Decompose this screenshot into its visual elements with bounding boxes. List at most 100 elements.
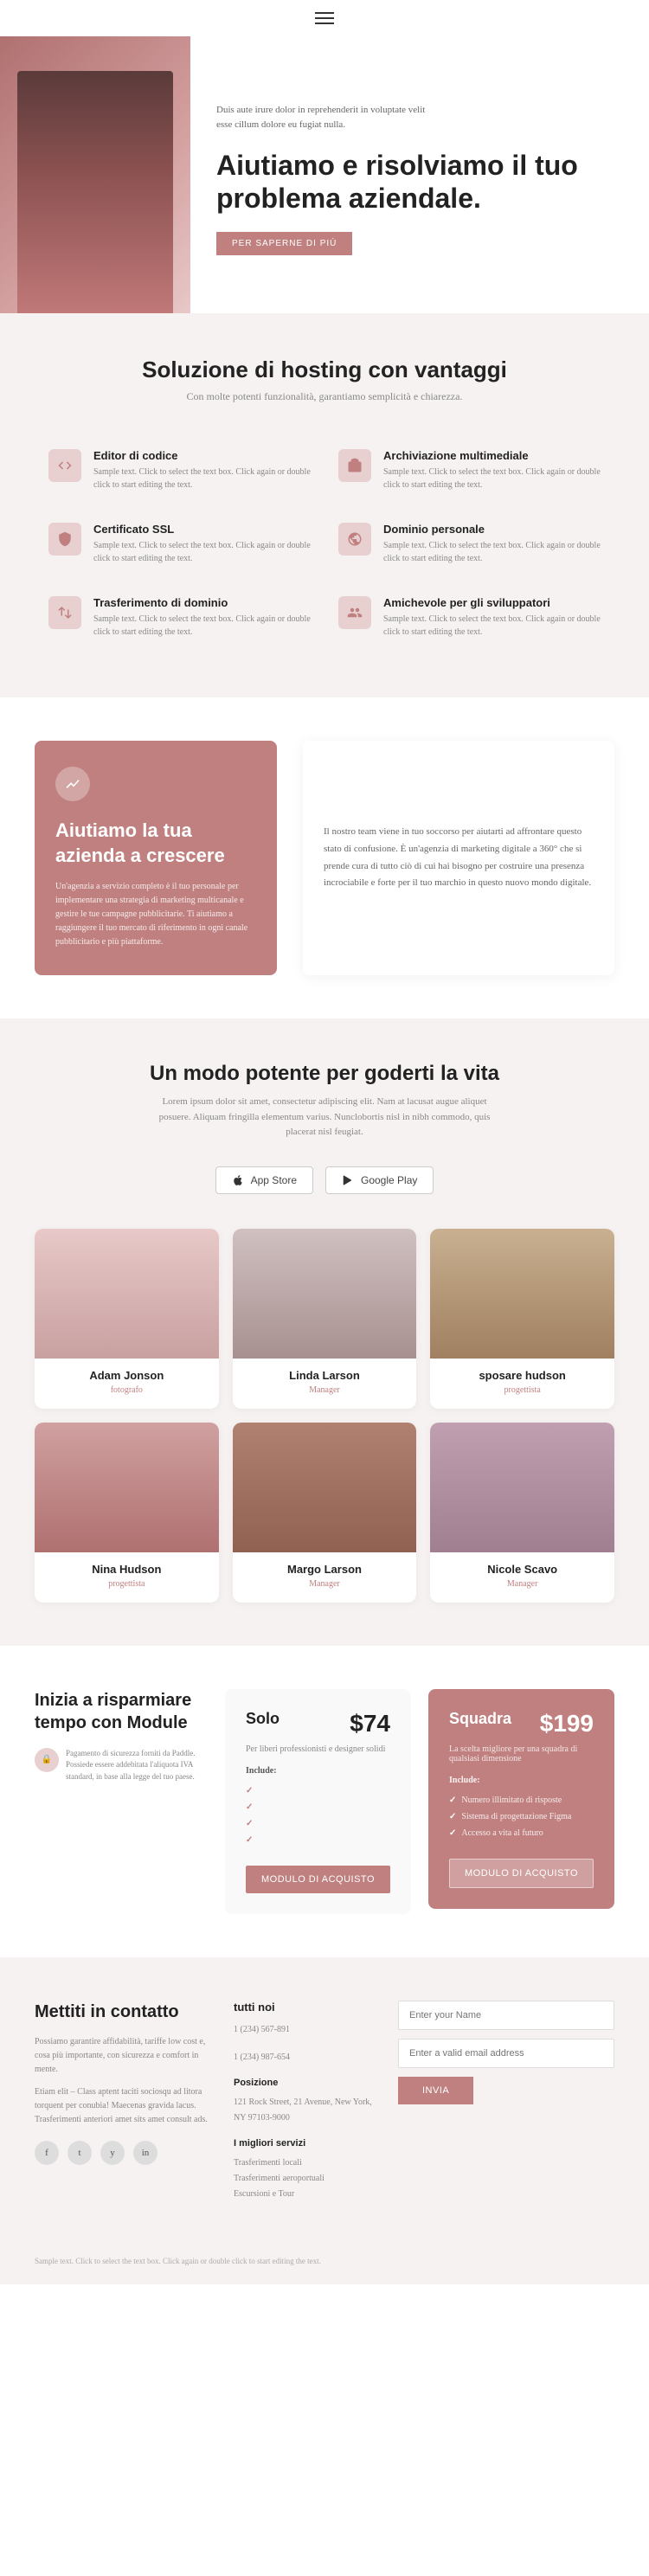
- hosting-item-0-title: Editor di codice: [93, 449, 311, 462]
- hosting-item-5-desc: Sample text. Click to select the text bo…: [383, 613, 601, 639]
- contact-title: Mettiti in contatto: [35, 2001, 208, 2023]
- team-card-1: Linda Larson Manager: [233, 1229, 417, 1409]
- team-card-img-5: [430, 1423, 614, 1552]
- team-cta-button[interactable]: Modulo di acquisto: [449, 1859, 594, 1888]
- hosting-item-5-title: Amichevole per gli sviluppatori: [383, 596, 601, 609]
- team-card-2: sposare hudson progettista: [430, 1229, 614, 1409]
- team-member-2-name: sposare hudson: [430, 1369, 614, 1382]
- service-0: Trasferimenti locali: [234, 2155, 372, 2171]
- facebook-icon[interactable]: f: [35, 2141, 59, 2165]
- solo-features-list: [246, 1783, 390, 1848]
- services-list: Trasferimenti locali Trasferimenti aerop…: [234, 2155, 372, 2202]
- team-pricing-header: Squadra $199: [449, 1710, 594, 1738]
- team-features-list: Numero illimitato di risposte Sistema di…: [449, 1792, 594, 1841]
- hosting-item-1-text: Archiviazione multimediale Sample text. …: [383, 449, 601, 491]
- team-feature-2: Accesso a vita al futuro: [449, 1825, 594, 1841]
- team-member-1-name: Linda Larson: [233, 1369, 417, 1382]
- pricing-section: Inizia a risparmiare tempo con Module 🔒 …: [0, 1646, 649, 1957]
- hero-title: Aiutiamo e risolviamo il tuo problema az…: [216, 149, 623, 215]
- name-input[interactable]: [398, 2001, 614, 2030]
- contact-details: tutti noi 1 (234) 567-891 1 (234) 987-65…: [234, 2001, 372, 2202]
- solo-feature-3: [246, 1832, 390, 1848]
- hero-cta-button[interactable]: PER SAPERNE DI PIÙ: [216, 232, 352, 255]
- email-input[interactable]: [398, 2039, 614, 2068]
- hosting-item-5-text: Amichevole per gli sviluppatori Sample t…: [383, 596, 601, 639]
- team-member-2-role: progettista: [430, 1385, 614, 1395]
- hosting-item-1-desc: Sample text. Click to select the text bo…: [383, 466, 601, 491]
- transfer-domain-icon: [48, 596, 81, 629]
- hosting-item-2-title: Certificato SSL: [93, 523, 311, 536]
- ssl-cert-icon: [48, 523, 81, 556]
- google-play-button[interactable]: Google Play: [325, 1166, 434, 1194]
- contact-form: INVIA: [398, 2001, 614, 2202]
- team-price: $199: [540, 1710, 594, 1738]
- service-2: Escursioni e Tour: [234, 2187, 372, 2202]
- solo-subtitle: Per liberi professionisti e designer sol…: [246, 1744, 390, 1754]
- hosting-item-0-desc: Sample text. Click to select the text bo…: [93, 466, 311, 491]
- solo-cta-button[interactable]: Modulo di acquisto: [246, 1866, 390, 1893]
- hosting-item-4-text: Trasferimento di dominio Sample text. Cl…: [93, 596, 311, 639]
- team-includes-label: Include:: [449, 1776, 594, 1785]
- team-card-4: Margo Larson Manager: [233, 1423, 417, 1603]
- pricing-left-title: Inizia a risparmiare tempo con Module: [35, 1689, 208, 1734]
- hosting-subtitle: Con molte potenti funzionalità, garantia…: [35, 390, 614, 403]
- hosting-item-0: Editor di codice Sample text. Click to s…: [35, 434, 324, 507]
- pricing-note-text: Pagamento di sicurezza forniti da Paddle…: [66, 1748, 208, 1783]
- team-member-3-role: progettista: [35, 1579, 219, 1589]
- team-feature-1: Sistema di progettazione Figma: [449, 1808, 594, 1825]
- hero-description: Duis aute irure dolor in reprehenderit i…: [216, 103, 441, 133]
- pricing-left: Inizia a risparmiare tempo con Module 🔒 …: [35, 1689, 208, 1783]
- hamburger-menu[interactable]: [315, 12, 334, 24]
- hosting-item-3: Dominio personale Sample text. Click to …: [324, 507, 614, 581]
- hosting-item-4-desc: Sample text. Click to select the text bo…: [93, 613, 311, 639]
- grow-icon: [55, 767, 90, 801]
- all-us-title: tutti noi: [234, 2001, 372, 2014]
- youtube-icon[interactable]: y: [100, 2141, 125, 2165]
- team-subtitle: La scelta migliore per una squadra di qu…: [449, 1744, 594, 1763]
- lifestyle-title: Un modo potente per goderti la vita: [35, 1062, 614, 1086]
- app-store-button[interactable]: App Store: [215, 1166, 313, 1194]
- team-member-0-role: fotografo: [35, 1385, 219, 1395]
- footer-note: Sample text. Click to select the text bo…: [0, 2245, 649, 2285]
- position-title: Posizione: [234, 2078, 372, 2088]
- service-1: Trasferimenti aeroportuali: [234, 2171, 372, 2187]
- team-member-3-name: Nina Hudson: [35, 1563, 219, 1576]
- footer-note-text: Sample text. Click to select the text bo…: [35, 2256, 614, 2268]
- team-card-0: Adam Jonson fotografo: [35, 1229, 219, 1409]
- team-member-4-role: Manager: [233, 1579, 417, 1589]
- send-button[interactable]: INVIA: [398, 2077, 473, 2104]
- grow-left-card: Aiutiamo la tua azienda a crescere Un'ag…: [35, 741, 277, 975]
- team-card-img-0: [35, 1229, 219, 1359]
- hosting-section: Soluzione di hosting con vantaggi Con mo…: [0, 313, 649, 697]
- lifestyle-section: Un modo potente per goderti la vita Lore…: [0, 1018, 649, 1646]
- grow-right-text: Il nostro team viene in tuo soccorso per…: [324, 824, 594, 892]
- solo-feature-2: [246, 1815, 390, 1832]
- security-icon: 🔒: [35, 1748, 59, 1772]
- hosting-item-4-title: Trasferimento di dominio: [93, 596, 311, 609]
- twitter-icon[interactable]: t: [67, 2141, 92, 2165]
- grow-description: Un'agenzia a servizio completo è il tuo …: [55, 880, 256, 949]
- solo-pricing-card: Solo $74 Per liberi professionisti e des…: [225, 1689, 411, 1914]
- hosting-item-2-text: Certificato SSL Sample text. Click to se…: [93, 523, 311, 565]
- hero-content: Duis aute irure dolor in reprehenderit i…: [190, 36, 649, 313]
- contact-info: Mettiti in contatto Possiamo garantire a…: [35, 2001, 208, 2202]
- linkedin-icon[interactable]: in: [133, 2141, 157, 2165]
- hosting-item-2: Certificato SSL Sample text. Click to se…: [35, 507, 324, 581]
- team-card-5: Nicole Scavo Manager: [430, 1423, 614, 1603]
- hosting-item-0-text: Editor di codice Sample text. Click to s…: [93, 449, 311, 491]
- navbar: [0, 0, 649, 36]
- solo-includes-label: Include:: [246, 1766, 390, 1776]
- solo-price: $74: [350, 1710, 390, 1738]
- team-member-1-role: Manager: [233, 1385, 417, 1395]
- code-editor-icon: [48, 449, 81, 482]
- app-store-label: App Store: [251, 1174, 297, 1186]
- contact-body: Etiam elit – Class aptent taciti sociosq…: [35, 2085, 208, 2127]
- hosting-item-3-title: Dominio personale: [383, 523, 601, 536]
- store-buttons: App Store Google Play: [35, 1166, 614, 1194]
- team-card-img-2: [430, 1229, 614, 1359]
- team-feature-0: Numero illimitato di risposte: [449, 1792, 594, 1808]
- hosting-item-2-desc: Sample text. Click to select the text bo…: [93, 539, 311, 565]
- team-member-0-name: Adam Jonson: [35, 1369, 219, 1382]
- hosting-item-3-text: Dominio personale Sample text. Click to …: [383, 523, 601, 565]
- hosting-item-1: Archiviazione multimediale Sample text. …: [324, 434, 614, 507]
